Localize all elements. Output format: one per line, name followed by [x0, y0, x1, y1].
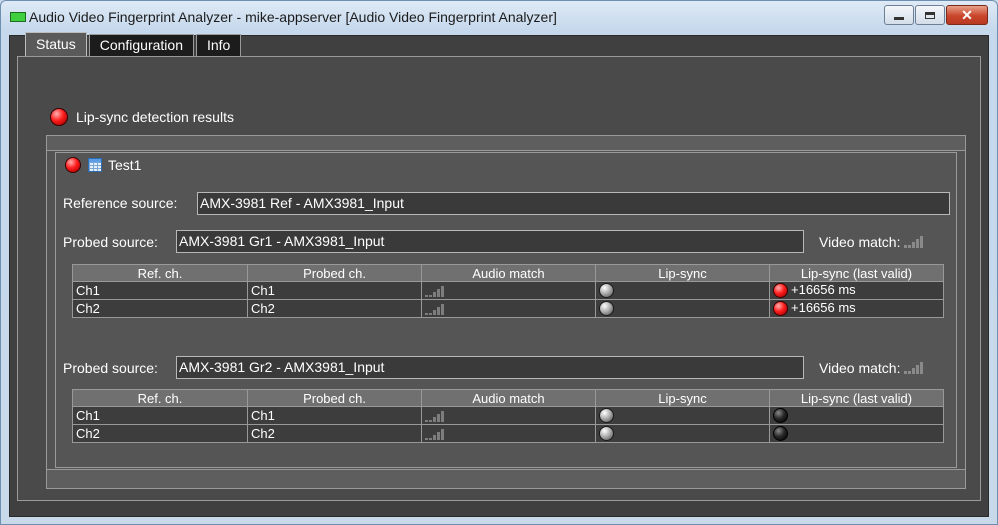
video-match-indicator: Video match:	[819, 360, 924, 376]
table-header-row: Ref. ch. Probed ch. Audio match Lip-sync…	[72, 389, 944, 407]
column-header[interactable]: Ref. ch.	[72, 389, 248, 407]
probed-source-field: AMX-3981 Gr2 - AMX3981_Input	[176, 356, 804, 379]
test-status-led-icon	[65, 157, 81, 173]
lipsync-last-valid-cell: +16656 ms	[769, 281, 944, 300]
results-label: Lip-sync detection results	[76, 109, 234, 125]
probed-channel-cell: Ch1	[247, 281, 422, 300]
lipsync-cell	[595, 406, 770, 425]
lipsync-last-valid-value: +16656 ms	[791, 282, 856, 298]
ref-channel-cell: Ch1	[72, 406, 248, 425]
column-header[interactable]: Lip-sync (last valid)	[769, 389, 944, 407]
lipsync-last-valid-cell	[769, 424, 944, 443]
close-button[interactable]: ✕	[946, 5, 988, 25]
table-row[interactable]: Ch2 Ch2 +16656 ms	[72, 299, 944, 318]
probed-channel-cell: Ch2	[247, 424, 422, 443]
table-icon	[88, 158, 102, 172]
channel-table: Ref. ch. Probed ch. Audio match Lip-sync…	[72, 389, 944, 443]
audio-match-cell	[421, 424, 596, 443]
lipsync-last-valid-led-icon	[773, 407, 788, 423]
probed-channel-cell: Ch1	[247, 406, 422, 425]
column-header[interactable]: Audio match	[421, 264, 596, 282]
lipsync-last-valid-value: +16656 ms	[791, 300, 856, 316]
column-header[interactable]: Ref. ch.	[72, 264, 248, 282]
audio-match-cell	[421, 299, 596, 318]
test-name: Test1	[108, 157, 142, 173]
video-match-indicator: Video match:	[819, 234, 924, 250]
maximize-button[interactable]	[915, 5, 945, 25]
column-header[interactable]: Probed ch.	[247, 389, 422, 407]
reference-source-field: AMX-3981 Ref - AMX3981_Input	[197, 192, 950, 215]
results-group-header	[47, 136, 965, 151]
table-row[interactable]: Ch2 Ch2	[72, 424, 944, 443]
lipsync-last-valid-led-icon	[773, 282, 788, 298]
lipsync-led-icon	[599, 425, 614, 441]
signal-bars-icon	[425, 303, 444, 315]
signal-bars-icon	[425, 410, 444, 422]
signal-bars-icon	[904, 362, 924, 374]
audio-match-cell	[421, 406, 596, 425]
ref-channel-cell: Ch2	[72, 424, 248, 443]
maximize-icon	[925, 11, 935, 19]
lipsync-last-valid-led-icon	[773, 300, 788, 316]
app-window: Audio Video Fingerprint Analyzer - mike-…	[0, 0, 998, 525]
video-match-label: Video match:	[819, 234, 901, 250]
tab-info[interactable]: Info	[195, 34, 242, 56]
ref-channel-cell: Ch2	[72, 299, 248, 318]
signal-bars-icon	[425, 428, 444, 440]
results-group-footer	[47, 469, 965, 488]
column-header[interactable]: Lip-sync	[595, 264, 770, 282]
lipsync-cell	[595, 281, 770, 300]
window-title: Audio Video Fingerprint Analyzer - mike-…	[29, 9, 557, 25]
video-match-label: Video match:	[819, 360, 901, 376]
lipsync-cell	[595, 424, 770, 443]
minimize-button[interactable]	[884, 5, 914, 25]
channel-table: Ref. ch. Probed ch. Audio match Lip-sync…	[72, 264, 944, 318]
table-header-row: Ref. ch. Probed ch. Audio match Lip-sync…	[72, 264, 944, 282]
column-header[interactable]: Lip-sync	[595, 389, 770, 407]
window-controls: ✕	[883, 5, 988, 25]
title-bar[interactable]: Audio Video Fingerprint Analyzer - mike-…	[1, 1, 997, 35]
reference-source-label: Reference source:	[63, 195, 178, 211]
lipsync-last-valid-led-icon	[773, 425, 788, 441]
minimize-icon	[894, 17, 904, 20]
probed-source-label: Probed source:	[63, 234, 158, 250]
results-header: Lip-sync detection results	[50, 108, 234, 126]
probed-source-field: AMX-3981 Gr1 - AMX3981_Input	[176, 230, 804, 253]
lipsync-led-icon	[599, 282, 614, 298]
lipsync-last-valid-cell: +16656 ms	[769, 299, 944, 318]
lipsync-last-valid-cell	[769, 406, 944, 425]
probed-channel-cell: Ch2	[247, 299, 422, 318]
close-icon: ✕	[961, 7, 973, 23]
tab-status[interactable]: Status	[25, 32, 87, 56]
table-row[interactable]: Ch1 Ch1 +16656 ms	[72, 281, 944, 300]
probed-source-label: Probed source:	[63, 360, 158, 376]
signal-bars-icon	[904, 236, 924, 248]
table-row[interactable]: Ch1 Ch1	[72, 406, 944, 425]
signal-bars-icon	[425, 285, 444, 297]
lipsync-led-icon	[599, 300, 614, 316]
tab-bar: Status Configuration Info	[25, 32, 243, 56]
ref-channel-cell: Ch1	[72, 281, 248, 300]
lipsync-led-icon	[599, 407, 614, 423]
app-icon	[10, 12, 26, 22]
audio-match-cell	[421, 281, 596, 300]
column-header[interactable]: Probed ch.	[247, 264, 422, 282]
column-header[interactable]: Lip-sync (last valid)	[769, 264, 944, 282]
results-status-led-icon	[50, 108, 68, 126]
lipsync-cell	[595, 299, 770, 318]
test-header: Test1	[65, 157, 141, 173]
column-header[interactable]: Audio match	[421, 389, 596, 407]
tab-configuration[interactable]: Configuration	[88, 34, 194, 56]
